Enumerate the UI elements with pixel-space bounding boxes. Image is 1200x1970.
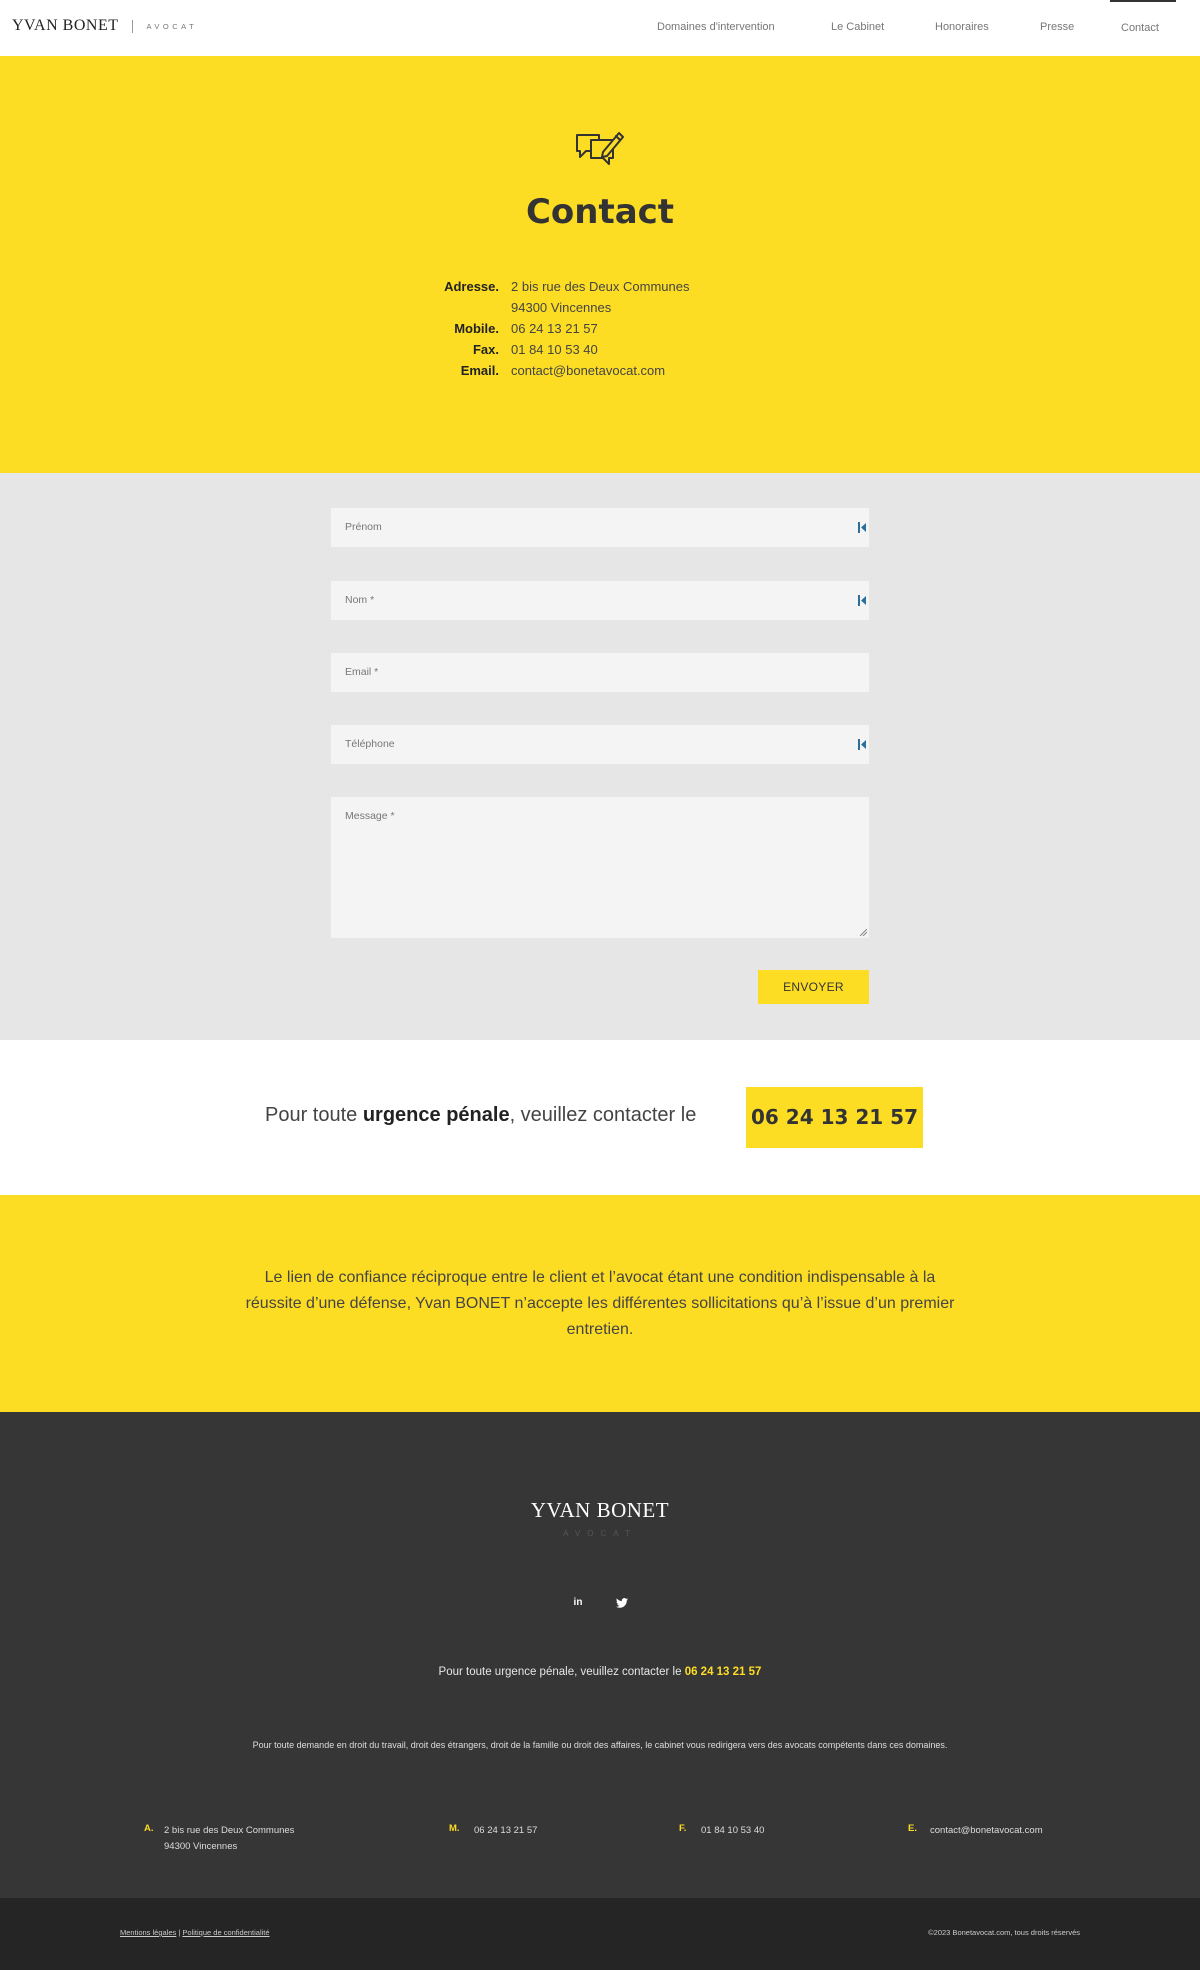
quote-text: Le lien de confiance réciproque entre le… [245, 1269, 955, 1338]
info-email-row: Email. contact@bonetavocat.com [0, 363, 1200, 383]
site-header: YVAN BONET AVOCAT Domaines d'interventio… [0, 0, 1200, 56]
info-value[interactable]: contact@bonetavocat.com [511, 363, 665, 378]
info-value[interactable]: 06 24 13 21 57 [511, 321, 598, 336]
footer-urgence-phone[interactable]: 06 24 13 21 57 [685, 1666, 762, 1678]
email-field[interactable]: Email * [331, 653, 869, 692]
chat-pen-icon [576, 132, 624, 165]
brand-logo[interactable]: YVAN BONET AVOCAT [12, 17, 197, 35]
linkedin-icon[interactable]: in [571, 1596, 585, 1610]
info-label: Adresse. [444, 279, 499, 294]
info-label: Mobile. [454, 321, 499, 336]
info-label: Email. [460, 363, 499, 378]
legal-links: Mentions légales | Politique de confiden… [120, 1928, 270, 1937]
footer-urgence: Pour toute urgence pénale, veuillez cont… [0, 1666, 1200, 1678]
footer-mobile-key: M. [449, 1823, 460, 1834]
autofill-icon [858, 595, 866, 606]
footer-mobile[interactable]: 06 24 13 21 57 [474, 1823, 537, 1839]
twitter-icon[interactable] [615, 1596, 629, 1610]
info-mobile-row: Mobile. 06 24 13 21 57 [0, 321, 1200, 341]
footer-email-key: E. [908, 1823, 917, 1834]
brand-name: YVAN BONET [12, 17, 119, 34]
contact-hero: Contact Adresse. 2 bis rue des Deux Comm… [0, 56, 1200, 473]
nom-placeholder: Nom * [345, 594, 375, 606]
urgence-banner: Pour toute urgence pénale, veuillez cont… [0, 1040, 1200, 1195]
footer-email[interactable]: contact@bonetavocat.com [930, 1823, 1043, 1839]
send-button[interactable]: ENVOYER [758, 970, 869, 1004]
footer-urgence-text: Pour toute urgence pénale, veuillez cont… [438, 1666, 685, 1678]
autofill-icon [858, 739, 866, 750]
copyright: ©2023 Bonetavocat.com, tous droits réser… [928, 1928, 1080, 1937]
urgence-phone-button[interactable]: 06 24 13 21 57 [746, 1087, 923, 1148]
legal-link[interactable]: Mentions légales [120, 1928, 176, 1937]
nav-cabinet[interactable]: Le Cabinet [831, 21, 884, 33]
email-placeholder: Email * [345, 666, 379, 678]
nav-active-indicator [1110, 0, 1176, 2]
telephone-placeholder: Téléphone [345, 738, 395, 750]
autofill-icon [858, 522, 866, 533]
nav-contact[interactable]: Contact [1121, 22, 1159, 34]
prenom-placeholder: Prénom [345, 521, 382, 533]
nom-field[interactable]: Nom * [331, 581, 869, 620]
footer-address-line1: 2 bis rue des Deux Communes [164, 1825, 295, 1836]
info-value: 01 84 10 53 40 [511, 342, 598, 357]
nav-domaines[interactable]: Domaines d'intervention [657, 21, 775, 33]
urgence-text: Pour toute urgence pénale, veuillez cont… [265, 1104, 696, 1127]
urgence-suffix: , veuillez contacter le [509, 1104, 697, 1126]
info-address-row: Adresse. 2 bis rue des Deux Communes [0, 279, 1200, 299]
info-label: Fax. [472, 342, 499, 357]
footer-address-line2: 94300 Vincennes [164, 1841, 238, 1852]
nav-honoraires[interactable]: Honoraires [935, 21, 989, 33]
footer-brand-name[interactable]: YVAN BONET [0, 1498, 1200, 1523]
footer-note: Pour toute demande en droit du travail, … [252, 1740, 948, 1750]
footer-fax: 01 84 10 53 40 [701, 1825, 765, 1836]
urgence-bold: urgence pénale [362, 1104, 510, 1126]
info-address-row-2: 94300 Vincennes [0, 300, 1200, 320]
footer-brand-subtitle: AVOCAT [563, 1529, 637, 1538]
brand-subtitle: AVOCAT [146, 21, 198, 31]
quote-section: Le lien de confiance réciproque entre le… [0, 1195, 1200, 1412]
site-footer: YVAN BONET AVOCAT in Pour toute urgence … [0, 1412, 1200, 1898]
info-fax-row: Fax. 01 84 10 53 40 [0, 342, 1200, 362]
bottom-bar: Mentions légales | Politique de confiden… [0, 1898, 1200, 1970]
urgence-prefix: Pour toute [265, 1104, 363, 1126]
message-field[interactable]: Message * [331, 797, 869, 938]
info-value: 94300 Vincennes [511, 300, 612, 315]
footer-address: 2 bis rue des Deux Communes 94300 Vincen… [164, 1823, 294, 1855]
footer-address-key: A. [144, 1823, 154, 1834]
telephone-field[interactable]: Téléphone [331, 725, 869, 764]
nav-presse[interactable]: Presse [1040, 21, 1074, 33]
resize-grip-icon[interactable] [860, 929, 867, 936]
info-value: 2 bis rue des Deux Communes [511, 279, 690, 294]
brand-divider [132, 19, 134, 33]
page-title: Contact [525, 192, 675, 232]
contact-form: Prénom Nom * Email * Téléphone Message *… [0, 473, 1200, 1040]
privacy-link[interactable]: Politique de confidentialité [182, 1928, 269, 1937]
message-placeholder: Message * [345, 810, 395, 822]
footer-fax-key: F. [679, 1823, 687, 1834]
prenom-field[interactable]: Prénom [331, 508, 869, 547]
